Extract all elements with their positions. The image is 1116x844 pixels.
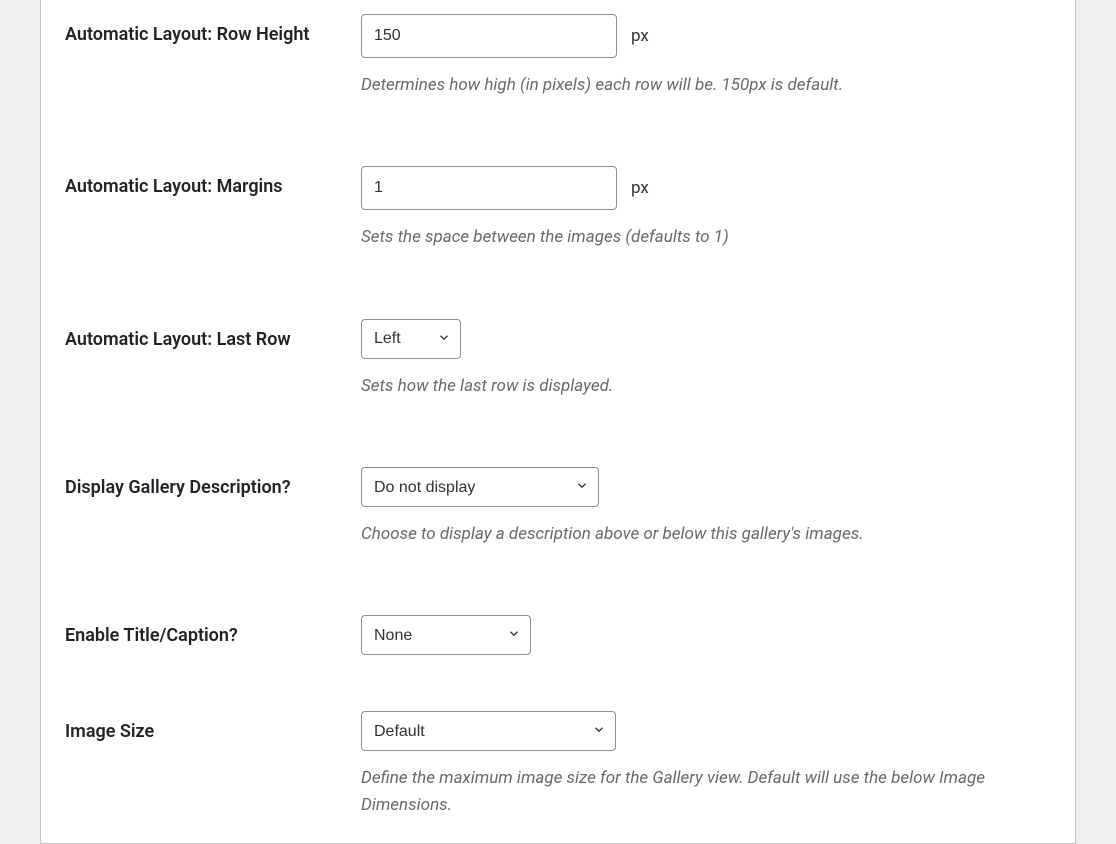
- input-margins[interactable]: [361, 166, 617, 210]
- label-margins: Automatic Layout: Margins: [65, 166, 361, 199]
- label-title-caption: Enable Title/Caption?: [65, 615, 361, 648]
- unit-row-height: px: [631, 26, 649, 46]
- field-margins: Automatic Layout: Margins px Sets the sp…: [65, 152, 1051, 254]
- field-row-height: Automatic Layout: Row Height px Determin…: [65, 0, 1051, 102]
- field-image-size: Image Size Default Define the maximum im…: [65, 697, 1051, 822]
- field-last-row: Automatic Layout: Last Row Left Sets how…: [65, 305, 1051, 403]
- label-display-description: Display Gallery Description?: [65, 467, 361, 500]
- select-display-description[interactable]: Do not display: [361, 467, 599, 507]
- select-title-caption[interactable]: None: [361, 615, 531, 655]
- select-last-row[interactable]: Left: [361, 319, 461, 359]
- help-row-height: Determines how high (in pixels) each row…: [361, 72, 1001, 98]
- field-title-caption: Enable Title/Caption? None: [65, 601, 1051, 659]
- label-last-row: Automatic Layout: Last Row: [65, 319, 361, 352]
- unit-margins: px: [631, 178, 649, 198]
- label-image-size: Image Size: [65, 711, 361, 744]
- help-image-size: Define the maximum image size for the Ga…: [361, 765, 1001, 818]
- label-row-height: Automatic Layout: Row Height: [65, 14, 361, 47]
- help-display-description: Choose to display a description above or…: [361, 521, 1001, 547]
- select-image-size[interactable]: Default: [361, 711, 616, 751]
- input-row-height[interactable]: [361, 14, 617, 58]
- help-margins: Sets the space between the images (defau…: [361, 224, 1001, 250]
- field-display-description: Display Gallery Description? Do not disp…: [65, 453, 1051, 551]
- help-last-row: Sets how the last row is displayed.: [361, 373, 1001, 399]
- settings-panel: Automatic Layout: Row Height px Determin…: [40, 0, 1076, 844]
